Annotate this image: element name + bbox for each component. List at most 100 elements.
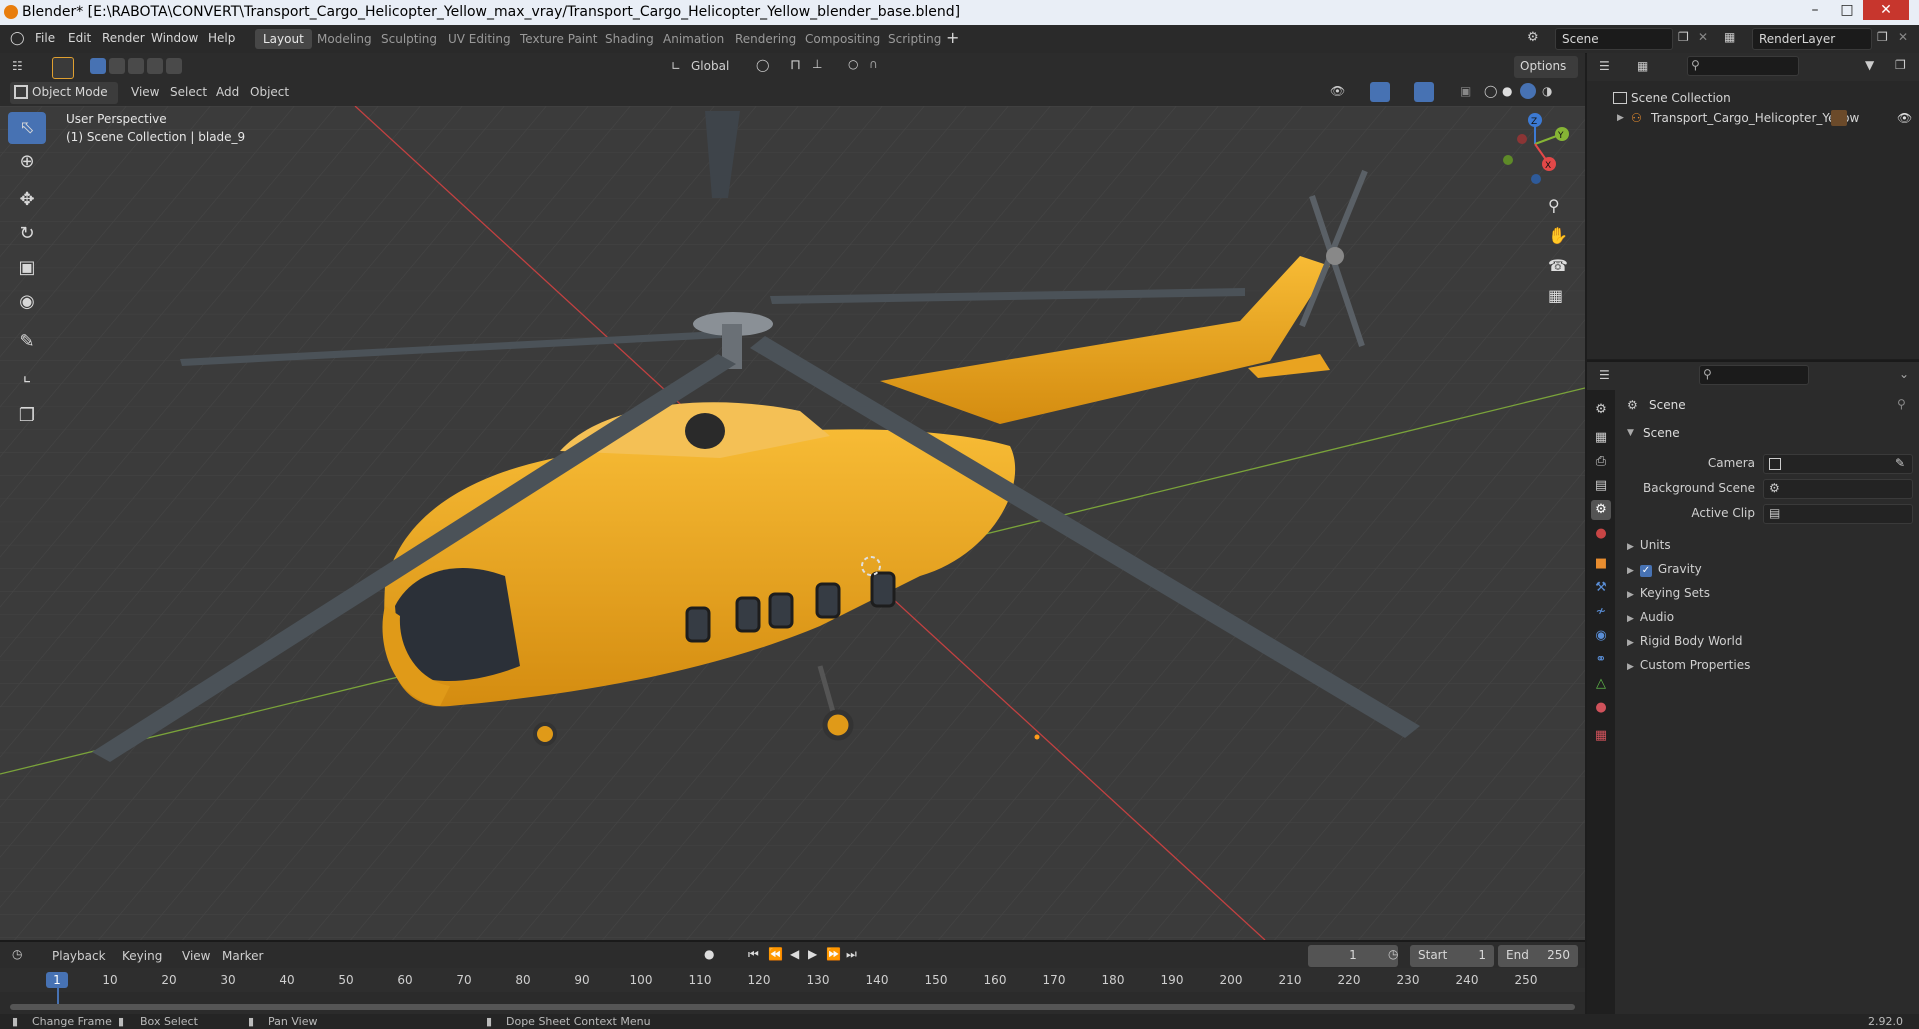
select-mode-subtract-icon[interactable] <box>128 58 144 74</box>
keying-sets-panel[interactable]: ▶ Keying Sets <box>1627 586 1710 600</box>
rigid-body-world-panel[interactable]: ▶ Rigid Body World <box>1627 634 1742 648</box>
tab-modeling[interactable]: Modeling <box>309 29 380 49</box>
outliner-display-mode-icon[interactable]: ▦ <box>1637 59 1648 73</box>
tab-animation[interactable]: Animation <box>655 29 732 49</box>
annotate-tool-icon[interactable]: ✎ <box>8 326 46 358</box>
custom-properties-panel[interactable]: ▶ Custom Properties <box>1627 658 1750 672</box>
move-tool-icon[interactable]: ✥ <box>8 184 46 216</box>
tab-rendering[interactable]: Rendering <box>727 29 804 49</box>
select-box-tool-icon[interactable]: ⬁ <box>8 112 46 144</box>
menu-select[interactable]: Select <box>170 85 207 99</box>
modifier-tab-icon[interactable]: ⚒ <box>1591 578 1611 598</box>
perspective-toggle-icon[interactable]: ▦ <box>1548 286 1563 305</box>
output-tab-icon[interactable]: ⎙ <box>1591 452 1611 472</box>
outliner-scene-collection[interactable]: Scene Collection <box>1587 88 1919 108</box>
pin-icon[interactable]: ⚲ <box>1897 397 1906 411</box>
outliner-editor-type-icon[interactable]: ☰ <box>1599 59 1610 73</box>
playhead-indicator[interactable]: 1 <box>46 972 68 988</box>
jump-end-icon[interactable]: ⏭ <box>846 947 857 962</box>
next-keyframe-icon[interactable]: ⏩ <box>826 947 841 961</box>
menu-object[interactable]: Object <box>250 85 289 99</box>
pivot-point-icon[interactable]: ◯ <box>756 58 769 72</box>
current-frame-field[interactable]: 1 <box>1308 945 1398 967</box>
tab-layout[interactable]: Layout <box>255 29 312 49</box>
scene-browse-icon[interactable]: ⚙ <box>1527 30 1539 45</box>
properties-search-input[interactable] <box>1699 365 1809 385</box>
gravity-checkbox[interactable]: ✓ <box>1639 565 1652 577</box>
properties-options-icon[interactable]: ⌄ <box>1899 367 1909 381</box>
scene-tab-icon[interactable]: ⚙ <box>1591 500 1611 520</box>
editor-type-icon[interactable]: ☷ <box>12 59 23 73</box>
view-layer-tab-icon[interactable]: ▤ <box>1591 476 1611 496</box>
outliner-search-input[interactable] <box>1687 56 1799 76</box>
tab-uv-editing[interactable]: UV Editing <box>440 29 519 49</box>
select-mode-new-icon[interactable] <box>90 58 106 74</box>
falloff-icon[interactable]: ∩ <box>869 57 878 71</box>
outliner-item[interactable]: ▶ ⚇ Transport_Cargo_Helicopter_Yellow 👁 <box>1587 108 1919 128</box>
maximize-button[interactable]: □ <box>1827 0 1867 20</box>
proportional-edit-icon[interactable]: ○ <box>848 57 858 71</box>
units-panel[interactable]: ▶ Units <box>1627 538 1671 552</box>
menu-view[interactable]: View <box>131 85 159 99</box>
material-shading-icon[interactable] <box>1520 83 1536 99</box>
expand-arrow-icon[interactable]: ▶ <box>1617 108 1624 128</box>
scene-new-icon[interactable]: ❐ <box>1678 30 1689 44</box>
tab-sculpting[interactable]: Sculpting <box>373 29 445 49</box>
hide-eye-icon[interactable]: 👁 <box>1897 108 1912 128</box>
menu-edit[interactable]: Edit <box>68 31 91 45</box>
add-workspace-button[interactable]: + <box>946 28 959 47</box>
particles-tab-icon[interactable]: ≁ <box>1591 602 1611 622</box>
wireframe-shading-icon[interactable]: ◯ <box>1484 84 1497 98</box>
tab-compositing[interactable]: Compositing <box>797 29 888 49</box>
select-mode-intersect-icon[interactable] <box>166 58 182 74</box>
cursor-tool-icon[interactable]: ⊕ <box>8 146 46 178</box>
outliner-new-collection-icon[interactable]: ❐ <box>1895 58 1906 72</box>
play-icon[interactable]: ▶ <box>808 947 817 961</box>
xray-icon[interactable]: ▣ <box>1460 84 1471 98</box>
menu-file[interactable]: File <box>35 31 55 45</box>
snap-icon[interactable]: ⊓ <box>790 57 801 73</box>
preview-range-icon[interactable]: ◷ <box>1388 947 1398 961</box>
menu-window[interactable]: Window <box>151 31 198 45</box>
physics-tab-icon[interactable]: ◉ <box>1591 626 1611 646</box>
menu-add[interactable]: Add <box>216 85 239 99</box>
camera-field[interactable] <box>1763 454 1913 474</box>
tool-tab-icon[interactable]: ⚙ <box>1591 400 1611 420</box>
transform-orientation-dropdown[interactable]: Global <box>691 59 729 73</box>
play-reverse-icon[interactable]: ◀ <box>790 947 799 961</box>
pan-hand-icon[interactable]: ✋ <box>1548 226 1568 245</box>
visibility-icon[interactable]: 👁 <box>1330 84 1345 98</box>
material-tab-icon[interactable]: ● <box>1591 698 1611 718</box>
renderlayer-remove-icon[interactable]: ✕ <box>1898 30 1908 44</box>
transform-tool-icon[interactable]: ◉ <box>8 286 46 318</box>
add-cube-tool-icon[interactable]: ❐ <box>8 400 46 432</box>
camera-view-icon[interactable]: ☎ <box>1548 256 1568 275</box>
jump-start-icon[interactable]: ⏮ <box>748 947 759 962</box>
texture-tab-icon[interactable]: ▦ <box>1591 726 1611 746</box>
audio-panel[interactable]: ▶ Audio <box>1627 610 1674 624</box>
scene-panel-title[interactable]: Scene <box>1643 426 1680 440</box>
renderlayer-selector[interactable]: RenderLayer <box>1752 28 1872 50</box>
tab-scripting[interactable]: Scripting <box>880 29 949 49</box>
scale-tool-icon[interactable]: ▣ <box>8 252 46 284</box>
record-icon[interactable]: ● <box>704 947 714 961</box>
select-mode-extend-icon[interactable] <box>109 58 125 74</box>
scene-selector[interactable]: Scene <box>1555 28 1673 50</box>
active-clip-field[interactable] <box>1763 504 1913 524</box>
constraints-tab-icon[interactable]: ⚭ <box>1591 650 1611 670</box>
background-scene-field[interactable] <box>1763 479 1913 499</box>
menu-render[interactable]: Render <box>102 31 145 45</box>
gizmo-toggle-icon[interactable] <box>1370 82 1390 102</box>
overlay-toggle-icon[interactable] <box>1414 82 1434 102</box>
timeline-scrollbar[interactable] <box>10 1004 1575 1010</box>
close-button[interactable]: ✕ <box>1863 0 1909 20</box>
render-tab-icon[interactable]: ▦ <box>1591 428 1611 448</box>
renderlayer-new-icon[interactable]: ❐ <box>1877 30 1888 44</box>
renderlayer-browse-icon[interactable]: ▦ <box>1724 30 1735 44</box>
prev-keyframe-icon[interactable]: ⏪ <box>768 947 783 961</box>
frame-start-field[interactable]: Start 1 <box>1410 945 1494 967</box>
frame-end-field[interactable]: End 250 <box>1498 945 1578 967</box>
select-mode-invert-icon[interactable] <box>147 58 163 74</box>
menu-marker[interactable]: Marker <box>222 949 263 963</box>
zoom-icon[interactable]: ⚲ <box>1548 196 1560 215</box>
